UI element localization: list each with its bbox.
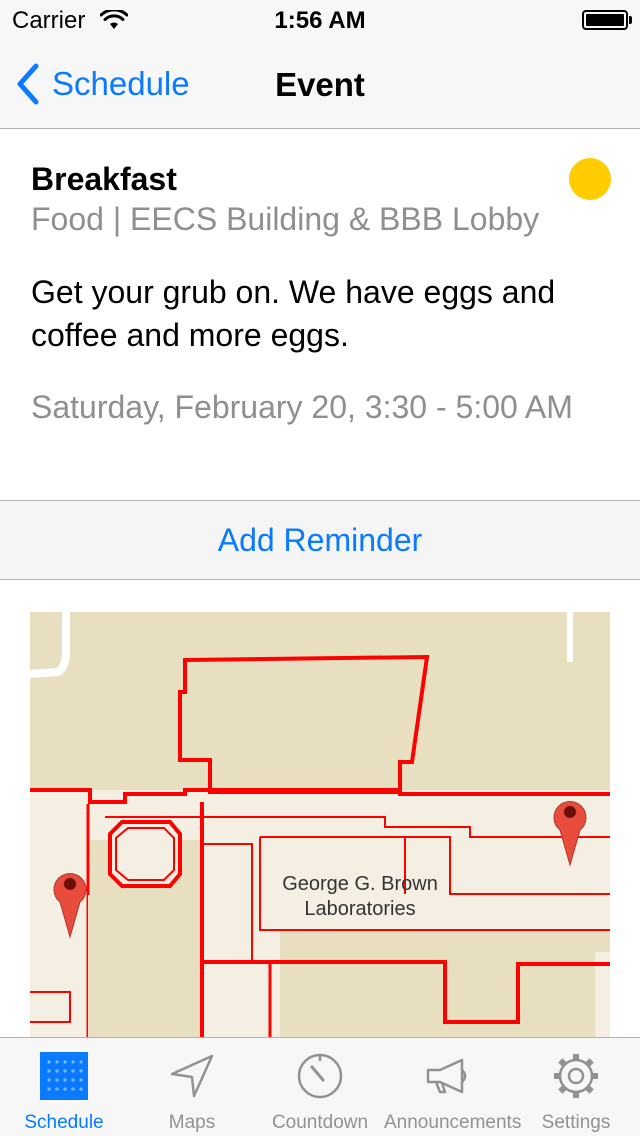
reminder-row: Add Reminder	[0, 500, 640, 580]
battery-icon	[582, 10, 632, 30]
event-details: Breakfast Food | EECS Building & BBB Lob…	[0, 129, 640, 500]
tab-announcements[interactable]: Announcements	[384, 1038, 522, 1136]
add-reminder-button[interactable]: Add Reminder	[0, 501, 640, 579]
event-category-location: Food | EECS Building & BBB Lobby	[31, 201, 540, 237]
tab-bar: Schedule Maps Countdown Announcements Se…	[0, 1037, 640, 1136]
map-view[interactable]: George G. Brown Laboratories	[30, 612, 610, 1037]
location-arrow-icon	[170, 1054, 214, 1098]
tab-label: Schedule	[24, 1112, 104, 1133]
countdown-dial-icon	[297, 1053, 343, 1099]
gear-icon	[554, 1054, 598, 1098]
event-title: Breakfast	[31, 161, 177, 197]
page-title: Event	[275, 66, 365, 103]
tab-maps[interactable]: Maps	[128, 1038, 256, 1136]
tab-countdown[interactable]: Countdown	[256, 1038, 384, 1136]
tab-label: Countdown	[271, 1112, 369, 1133]
tab-settings[interactable]: Settings	[512, 1038, 640, 1136]
tab-label: Maps	[168, 1112, 216, 1133]
tab-schedule[interactable]: Schedule	[0, 1038, 128, 1136]
event-status-dot	[569, 158, 611, 200]
calendar-grid-icon	[40, 1052, 88, 1100]
map-drawing	[30, 612, 610, 1037]
event-time: Saturday, February 20, 3:30 - 5:00 AM	[31, 389, 573, 425]
event-description: Get your grub on. We have eggs and coffe…	[31, 274, 556, 353]
status-bar: Carrier 1:56 AM	[0, 0, 640, 40]
navigation-bar: Schedule Event	[0, 40, 640, 129]
megaphone-icon	[426, 1058, 467, 1094]
map-building-label: George G. Brown Laboratories	[282, 873, 438, 920]
tab-label: Announcements	[384, 1112, 522, 1133]
event-screen: Carrier 1:56 AM Schedule Event Breakfast…	[0, 0, 640, 1136]
tab-label: Settings	[541, 1112, 611, 1133]
clock-label: 1:56 AM	[274, 7, 366, 34]
